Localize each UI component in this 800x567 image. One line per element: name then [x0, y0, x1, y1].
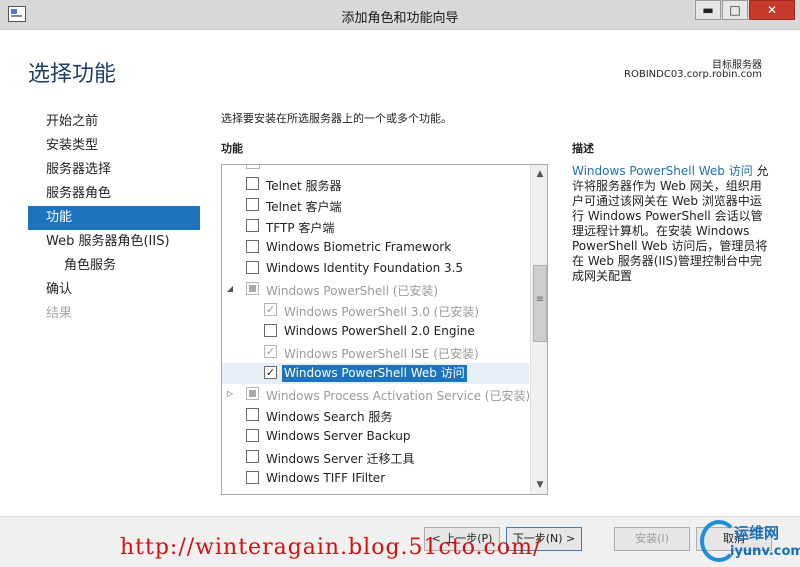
feature-checkbox[interactable]: ✓	[264, 345, 277, 358]
target-server-name: ROBINDC03.corp.robin.com	[624, 69, 762, 80]
feature-label: Windows Server Backup	[266, 429, 411, 443]
feature-checkbox[interactable]	[246, 240, 259, 253]
feature-label: Windows PowerShell Web 访问	[282, 365, 467, 382]
feature-label: Telnet 服务器	[266, 179, 342, 193]
nav-item-6[interactable]: 角色服务	[28, 254, 200, 278]
feature-row[interactable]: Telnet 服务器	[222, 174, 529, 195]
feature-row[interactable]: ◢ Windows PowerShell (已安装)	[222, 279, 529, 300]
feature-checkbox[interactable]	[246, 177, 259, 190]
feature-row[interactable]: Windows Search 服务	[222, 405, 529, 426]
feature-checkbox[interactable]	[246, 387, 259, 400]
feature-label: Telnet 客户端	[266, 200, 342, 214]
feature-label: Windows PowerShell 3.0 (已安装)	[284, 305, 480, 319]
feature-row[interactable]: Telnet 客户端	[222, 195, 529, 216]
feature-row[interactable]: Windows PowerShell 2.0 Engine	[222, 321, 529, 342]
feature-row[interactable]: Windows TIFF IFilter	[222, 468, 529, 489]
nav-item-3[interactable]: 服务器角色	[28, 182, 200, 206]
watermark-url: http://winteragain.blog.51cto.com/	[120, 535, 542, 560]
feature-row[interactable]: Windows Server 迁移工具	[222, 447, 529, 468]
window-title: 添加角色和功能向导	[341, 11, 459, 26]
feature-row[interactable]: ✓ Windows PowerShell ISE (已安装)	[222, 342, 529, 363]
feature-label: Windows Biometric Framework	[266, 240, 452, 254]
wizard-nav: 开始之前 安装类型 服务器选择 服务器角色 功能 Web 服务器角色(IIS) 角色服务 确认…	[28, 110, 200, 326]
nav-item-8: 结果	[46, 306, 73, 321]
scroll-down-icon[interactable]: ▼	[532, 477, 547, 493]
watermark-logo-top: 运维网	[734, 524, 780, 542]
feature-row[interactable]: ✓ Windows PowerShell Web 访问	[222, 363, 529, 384]
feature-label: TFTP 客户端	[266, 221, 335, 235]
feature-row[interactable]: TFTP 客户端	[222, 216, 529, 237]
nav-item-2[interactable]: 服务器选择	[28, 158, 200, 182]
install-button: 安装(I)	[614, 527, 690, 551]
feature-checkbox[interactable]: ✓	[264, 303, 277, 316]
feature-row[interactable]: ✓ Windows PowerShell 3.0 (已安装)	[222, 300, 529, 321]
feature-label: Windows Server 迁移工具	[266, 452, 415, 466]
nav-item-7[interactable]: 确认	[28, 278, 200, 302]
page-title: 选择功能	[28, 62, 117, 87]
feature-checkbox[interactable]	[246, 450, 259, 463]
feature-row[interactable]: Windows Server Backup	[222, 426, 529, 447]
feature-checkbox[interactable]	[246, 429, 259, 442]
feature-checkbox[interactable]	[246, 471, 259, 484]
watermark-logo-bottom: iyunv.com	[730, 544, 800, 559]
collapse-arrow-icon[interactable]: ◢	[226, 285, 234, 293]
nav-item-5[interactable]: Web 服务器角色(IIS)	[28, 230, 200, 254]
expand-arrow-icon[interactable]: ▷	[226, 390, 234, 398]
feature-checkbox[interactable]: ✓	[264, 366, 277, 379]
scroll-thumb[interactable]	[533, 265, 547, 342]
feature-checkbox[interactable]	[246, 408, 259, 421]
feature-checkbox[interactable]	[246, 282, 259, 295]
feature-checkbox[interactable]	[246, 219, 259, 232]
features-heading: 功能	[221, 142, 243, 155]
maximize-button[interactable]: □	[722, 0, 748, 20]
watermark-logo: 运维网 iyunv.com	[700, 520, 800, 564]
feature-label: Windows PowerShell ISE (已安装)	[284, 347, 479, 361]
clipped-row-edge	[246, 165, 260, 169]
nav-item-0[interactable]: 开始之前	[28, 110, 200, 134]
feature-label: Windows PowerShell (已安装)	[266, 284, 439, 298]
features-scrollbar[interactable]: ▲ ▼	[530, 165, 547, 494]
features-list[interactable]: Telnet 服务器 Telnet 客户端 TFTP 客户端 Windows Biom…	[221, 164, 548, 495]
feature-row[interactable]: Windows Identity Foundation 3.5	[222, 258, 529, 279]
feature-row[interactable]: Windows Biometric Framework	[222, 237, 529, 258]
instruction-text: 选择要安装在所选服务器上的一个或多个功能。	[221, 112, 452, 125]
scroll-up-icon[interactable]: ▲	[532, 166, 547, 182]
description-heading: 描述	[572, 142, 594, 155]
feature-label: Windows Process Activation Service (已安装)	[266, 389, 531, 403]
feature-label: Windows TIFF IFilter	[266, 471, 386, 485]
feature-checkbox[interactable]	[264, 324, 277, 337]
feature-label: Windows PowerShell 2.0 Engine	[284, 324, 475, 338]
description-link[interactable]: Windows PowerShell Web 访问	[572, 164, 753, 178]
feature-description: Windows PowerShell Web 访问 允许将服务器作为 Web 网…	[572, 164, 770, 284]
minimize-button[interactable]: ▬	[695, 0, 721, 20]
window-titlebar: 添加角色和功能向导 ▬ □ ✕	[0, 0, 800, 30]
close-button[interactable]: ✕	[749, 0, 795, 20]
description-text: 允许将服务器作为 Web 网关，组织用户可通过该网关在 Web 浏览器中运行 W…	[572, 164, 769, 283]
feature-checkbox[interactable]	[246, 261, 259, 274]
feature-row[interactable]: ▷ Windows Process Activation Service (已安装…	[222, 384, 531, 405]
feature-label: Windows Search 服务	[266, 410, 393, 424]
nav-item-4[interactable]: 功能	[28, 206, 200, 230]
feature-checkbox[interactable]	[246, 198, 259, 211]
feature-label: Windows Identity Foundation 3.5	[266, 261, 464, 275]
nav-item-1[interactable]: 安装类型	[28, 134, 200, 158]
